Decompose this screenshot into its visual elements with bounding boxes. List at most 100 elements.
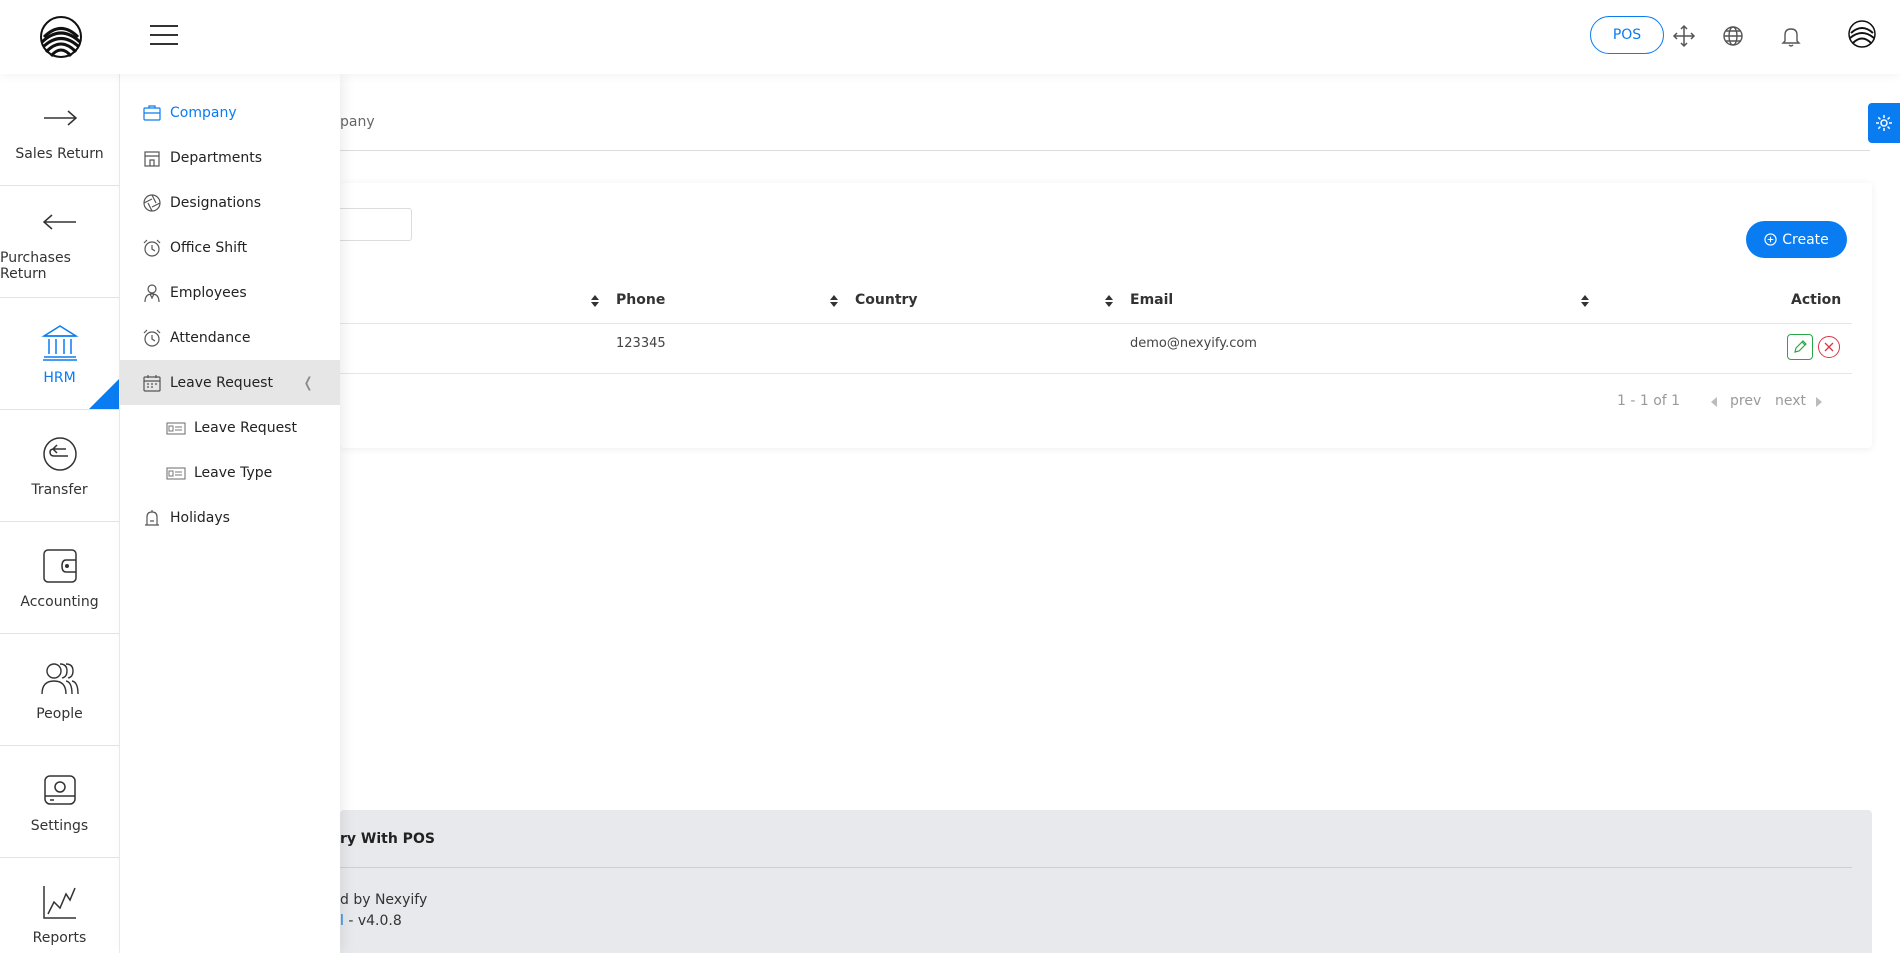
building-icon [144,150,160,167]
chart-icon [42,885,76,919]
table-row-divider [340,373,1852,374]
sidebar-item-label: People [36,705,83,722]
submenu-item-label: Office Shift [170,239,248,256]
logo-icon[interactable] [38,14,84,60]
breadcrumb-divider [340,150,1870,151]
main-sidebar: Sales Return Purchases Return HRM Transf… [0,74,120,953]
sidebar-item-purchases-return[interactable]: Purchases Return [0,186,119,298]
chevron-left-icon: ❬ [302,374,314,391]
sort-icon[interactable] [1580,294,1590,308]
submenu-item-departments[interactable]: Departments [120,135,340,180]
sidebar-item-accounting[interactable]: Accounting [0,522,119,634]
alarm-clock-icon [143,329,161,347]
submenu-item-company[interactable]: Company [120,90,340,135]
submenu-item-label: Designations [170,194,262,211]
pos-button[interactable]: POS [1590,16,1664,54]
submenu-item-label: Departments [170,149,263,166]
submenu-item-label: Attendance [170,329,251,346]
column-header-country[interactable]: Country [855,292,918,308]
id-card-icon [166,421,186,435]
edit-icon [1794,340,1807,353]
submenu-item-label: Leave Type [194,464,273,481]
submenu-item-designations[interactable]: Designations [120,180,340,225]
alarm-clock-icon [143,239,161,257]
column-header-phone[interactable]: Phone [616,292,665,308]
submenu-item-label: Employees [170,284,247,301]
sidebar-item-label: Transfer [31,481,88,498]
create-button-label: Create [1782,231,1829,248]
submenu-item-leave-request[interactable]: Leave Request ❬ [120,360,340,405]
submenu-item-label: Leave Request [194,419,297,436]
id-card-icon [166,466,186,480]
sidebar-item-sales-return[interactable]: Sales Return [0,74,119,186]
submenu-item-label: Holidays [170,509,230,526]
submenu-item-label: Leave Request [170,374,273,391]
footer-version-row: l - v4.0.8 [340,913,402,929]
wallet-icon [42,548,77,583]
submenu-item-label: Company [170,104,237,121]
bell-tower-icon [145,509,159,526]
caret-right-icon [1816,397,1822,407]
sort-icon[interactable] [590,294,600,308]
sidebar-item-label: HRM [43,369,76,386]
delete-button[interactable] [1818,336,1840,358]
sort-icon[interactable] [1104,294,1114,308]
bell-icon[interactable] [1779,24,1803,48]
search-input[interactable] [340,208,412,241]
pagination-prev[interactable]: prev [1730,393,1761,409]
column-header-email[interactable]: Email [1130,292,1173,308]
user-avatar[interactable] [1847,19,1877,49]
aperture-icon [143,193,161,212]
footer-divider [340,867,1852,868]
pagination-next[interactable]: next [1775,393,1806,409]
sidebar-item-label: Settings [30,817,89,834]
edit-button[interactable] [1787,334,1813,360]
top-header: POS [0,0,1900,74]
sidebar-item-label: Accounting [20,593,99,610]
close-icon [1824,342,1834,352]
submenu-item-office-shift[interactable]: Office Shift [120,225,340,270]
settings-icon [43,774,76,805]
sidebar-item-people[interactable]: People [0,634,119,746]
submenu-item-holidays[interactable]: Holidays [120,495,340,540]
transfer-icon [42,436,77,471]
footer [340,810,1872,953]
cell-phone: 123345 [616,336,666,351]
arrow-right-icon [43,109,77,126]
column-header-action: Action [1791,292,1842,308]
breadcrumb: pany [340,114,375,130]
footer-developer: d by Nexyify [340,892,428,908]
briefcase-icon [143,104,161,121]
sidebar-item-settings[interactable]: Settings [0,746,119,858]
sidebar-item-hrm[interactable]: HRM [0,298,119,410]
people-icon [40,662,79,694]
create-button[interactable]: Create [1746,221,1847,258]
caret-left-icon [1711,397,1717,407]
pagination-info: 1 - 1 of 1 [1617,393,1681,409]
submenu-child-leave-request[interactable]: Leave Request [120,405,340,450]
globe-icon[interactable] [1721,24,1745,48]
footer-title: ry With POS [340,831,435,847]
cell-email: demo@nexyify.com [1130,336,1257,351]
sidebar-item-transfer[interactable]: Transfer [0,410,119,522]
sidebar-item-label: Reports [32,929,87,946]
hrm-submenu: Company Departments Designations Office … [120,74,340,953]
sort-icon[interactable] [829,294,839,308]
plus-circle-icon [1764,233,1777,246]
employee-icon [144,283,160,302]
submenu-item-employees[interactable]: Employees [120,270,340,315]
fullscreen-icon[interactable] [1672,24,1696,48]
sidebar-item-label: Purchases Return [0,249,71,282]
submenu-item-attendance[interactable]: Attendance [120,315,340,360]
calendar-icon [143,374,161,392]
sidebar-item-reports[interactable]: Reports [0,858,119,953]
customizer-toggle[interactable] [1868,103,1900,143]
submenu-child-leave-type[interactable]: Leave Type [120,450,340,495]
gear-icon [1876,115,1892,131]
footer-version: - v4.0.8 [343,913,402,929]
menu-toggle-icon[interactable] [150,25,178,47]
sidebar-item-label: Sales Return [15,145,104,162]
bank-icon [40,324,79,361]
table-header-divider [340,323,1852,324]
arrow-left-icon [42,213,76,230]
